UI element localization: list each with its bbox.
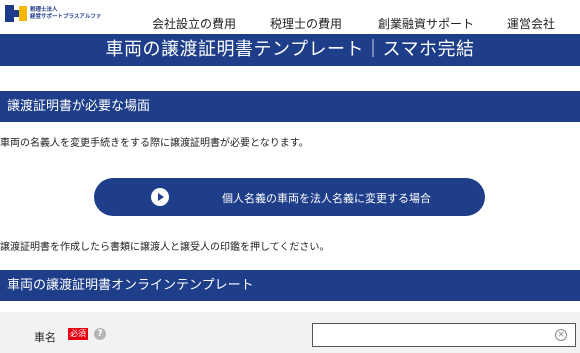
play-circle-icon [151, 188, 169, 206]
form-row-car-name: 車名 必須 ? × [0, 312, 580, 353]
required-badge: 必須 [68, 328, 88, 340]
top-navigation: 税理士法人 経営サポートプラスアルファ 会社設立の費用 税理士の費用 創業融資サ… [0, 0, 580, 34]
section-text-when-needed: 車両の名義人を変更手続きをする際に譲渡証明書が必要となります。 [0, 138, 309, 149]
logo-line-1: 税理士法人 [30, 6, 58, 13]
company-logo[interactable]: 税理士法人 経営サポートプラスアルファ [5, 5, 101, 22]
logo-text: 税理士法人 経営サポートプラスアルファ [30, 7, 101, 21]
seal-instruction-text: 譲渡証明書を作成したら書類に譲渡人と譲受人の印鑑を押してください。 [0, 242, 330, 253]
help-icon[interactable]: ? [94, 328, 106, 340]
section-heading-when-needed: 譲渡証明書が必要な場面 [0, 91, 580, 122]
car-name-input[interactable] [312, 323, 576, 347]
nav-link-startup-loan-support[interactable]: 創業融資サポート [378, 15, 474, 32]
logo-mark-icon [5, 5, 27, 22]
clear-icon[interactable]: × [555, 329, 567, 341]
car-name-label: 車名 [34, 331, 56, 344]
individual-to-corporate-button[interactable]: 個人名義の車両を法人名義に変更する場合 [94, 178, 485, 216]
nav-link-incorporation-cost[interactable]: 会社設立の費用 [152, 15, 236, 32]
page-title: 車両の譲渡証明書テンプレート｜スマホ完結 [0, 34, 580, 66]
action-button-label: 個人名義の車両を法人名義に変更する場合 [222, 192, 431, 205]
nav-link-operating-company[interactable]: 運営会社 [507, 15, 555, 32]
section-heading-online-template: 車両の譲渡証明書オンラインテンプレート [0, 270, 580, 301]
nav-link-tax-accountant-fee[interactable]: 税理士の費用 [270, 15, 342, 32]
logo-line-2: 経営サポートプラスアルファ [30, 13, 102, 20]
